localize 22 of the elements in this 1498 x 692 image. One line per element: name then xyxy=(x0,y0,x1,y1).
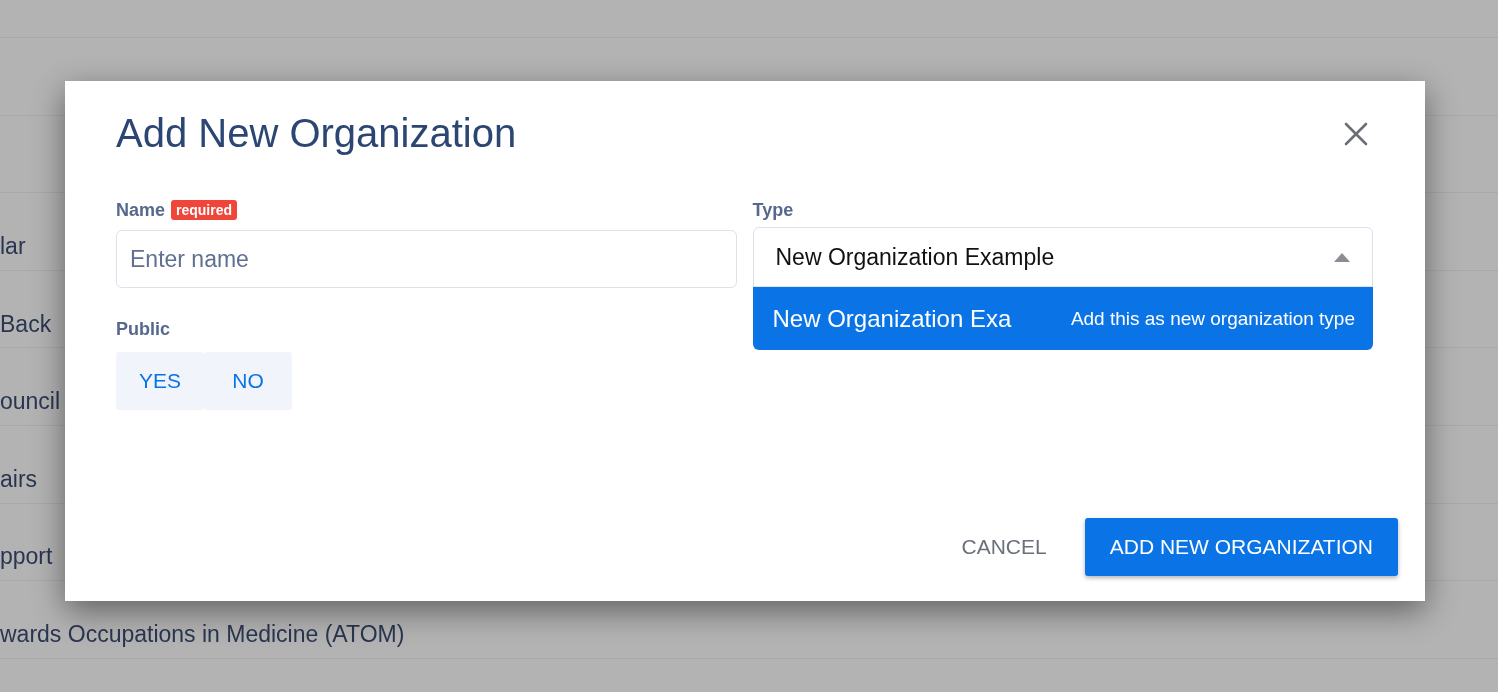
add-organization-button[interactable]: ADD NEW ORGANIZATION xyxy=(1084,518,1398,576)
close-icon[interactable] xyxy=(1344,121,1368,146)
name-field[interactable]: Enter name xyxy=(116,230,737,288)
field-label: Type xyxy=(752,199,794,221)
field-label: Name xyxy=(116,199,166,221)
list-item-text: pport xyxy=(0,543,53,571)
list-item-text: lar xyxy=(0,233,26,260)
list-item-text: Back xyxy=(0,310,52,338)
dialog-title: Add New Organization xyxy=(116,111,517,156)
type-combobox[interactable]: New Organization Example xyxy=(752,227,1373,287)
required-badge: required xyxy=(171,200,238,220)
toggle-button[interactable]: NO xyxy=(204,352,292,410)
option-hint: Add this as new organization type xyxy=(1070,307,1355,330)
cancel-button[interactable]: CANCEL xyxy=(953,527,1055,567)
toggle-button[interactable]: YES xyxy=(116,352,204,410)
field-label: Public xyxy=(116,318,170,340)
list-item-text: airs xyxy=(0,465,38,493)
caret-up-icon xyxy=(1334,252,1350,262)
option-text: New Organization Exa xyxy=(772,304,1012,333)
list-item-text: ouncil xyxy=(0,388,61,416)
dropdown-option[interactable]: New Organization Exa Add this as new organization type xyxy=(752,287,1373,350)
list-item-text: wards Occupations in Medicine (ATOM) xyxy=(0,620,405,648)
